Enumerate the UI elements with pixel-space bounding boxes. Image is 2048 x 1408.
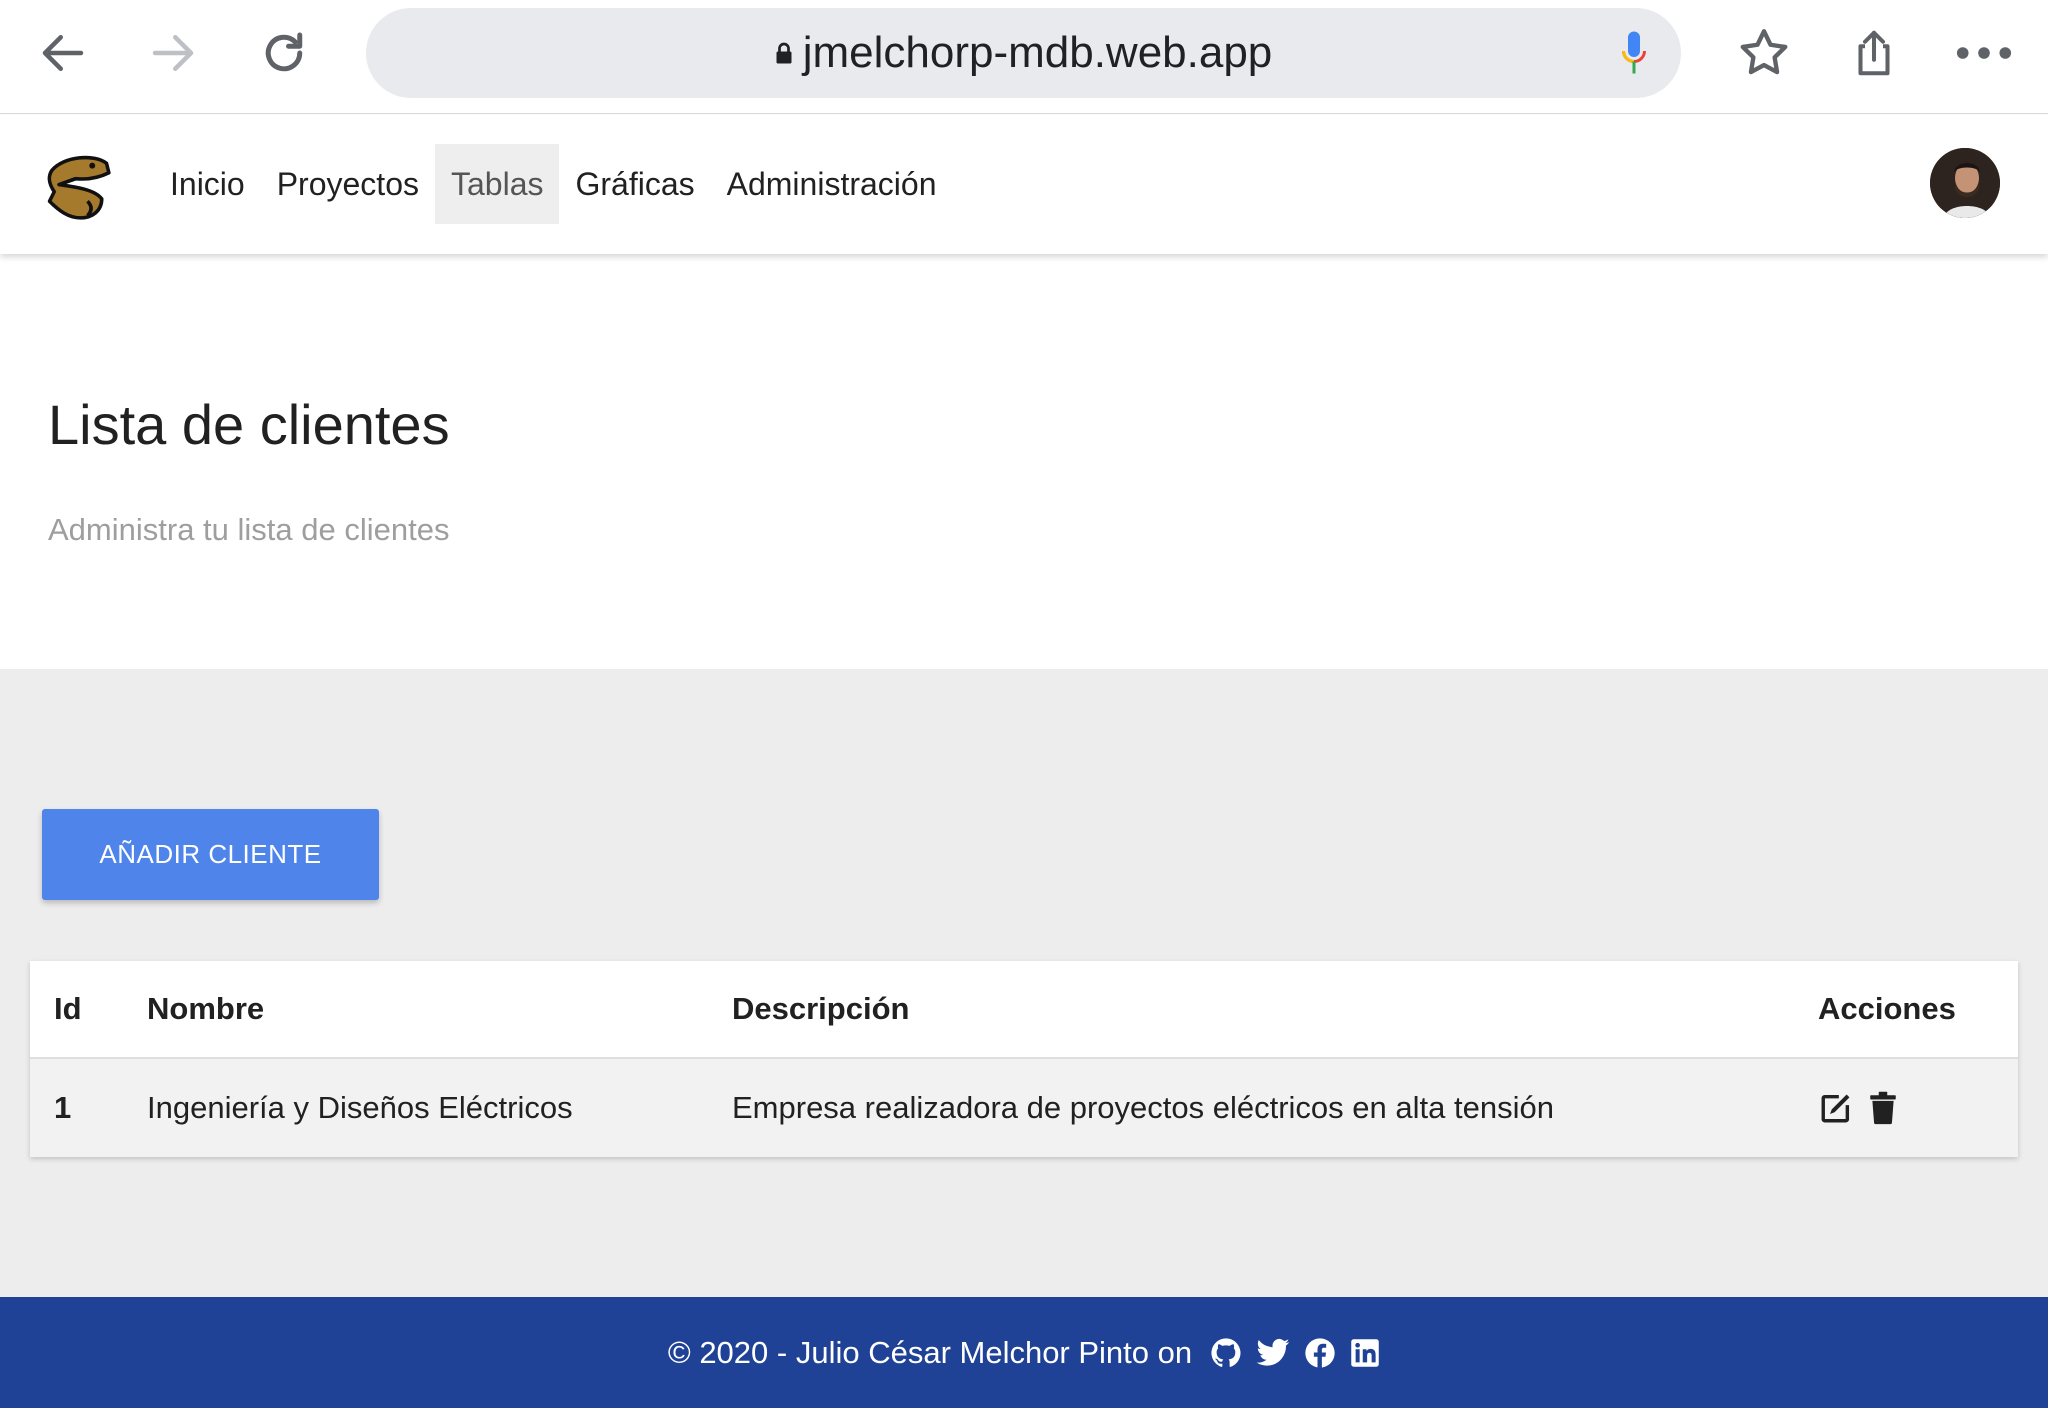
nav-item-proyectos[interactable]: Proyectos bbox=[261, 144, 435, 224]
beaver-logo[interactable] bbox=[40, 149, 116, 225]
twitter-icon[interactable] bbox=[1256, 1338, 1290, 1368]
reload-icon bbox=[265, 32, 303, 72]
app-navbar: Inicio Proyectos Tablas Gráficas Adminis… bbox=[0, 115, 2048, 254]
facebook-icon[interactable] bbox=[1304, 1337, 1336, 1369]
back-arrow-icon bbox=[42, 35, 84, 71]
footer-copyright: © 2020 - Julio César Melchor Pinto on bbox=[667, 1334, 1193, 1370]
reload-button[interactable] bbox=[249, 18, 319, 88]
column-header-nombre: Nombre bbox=[147, 991, 265, 1026]
forward-button[interactable] bbox=[138, 18, 208, 88]
table-row: 1 Ingeniería y Diseños Eléctricos Empres… bbox=[30, 1059, 2018, 1157]
cell-id: 1 bbox=[54, 1090, 72, 1125]
avatar-image bbox=[1930, 148, 2000, 218]
more-icon bbox=[1956, 47, 2012, 59]
more-button[interactable] bbox=[1949, 18, 2019, 88]
address-bar[interactable]: jmelchorp-mdb.web.app bbox=[366, 8, 1681, 98]
star-icon bbox=[1740, 29, 1788, 75]
nav-item-inicio[interactable]: Inicio bbox=[154, 144, 261, 224]
url-text: jmelchorp-mdb.web.app bbox=[802, 28, 1273, 77]
page-title: Lista de clientes bbox=[48, 393, 450, 456]
browser-toolbar: jmelchorp-mdb.web.app bbox=[0, 0, 2048, 114]
table-header: Id Nombre Descripción Acciones bbox=[30, 961, 2018, 1059]
edit-icon[interactable] bbox=[1818, 1091, 1854, 1125]
nav-item-graficas[interactable]: Gráficas bbox=[559, 144, 710, 224]
add-client-button[interactable]: AÑADIR CLIENTE bbox=[42, 809, 379, 900]
cell-descripcion: Empresa realizadora de proyectos eléctri… bbox=[732, 1090, 1554, 1125]
page-subtitle: Administra tu lista de clientes bbox=[48, 512, 450, 547]
nav-item-tablas[interactable]: Tablas bbox=[434, 144, 560, 224]
linkedin-icon[interactable] bbox=[1350, 1338, 1380, 1368]
share-button[interactable] bbox=[1839, 18, 1909, 88]
microphone-icon[interactable] bbox=[1619, 30, 1649, 78]
back-button[interactable] bbox=[28, 18, 98, 88]
github-icon[interactable] bbox=[1210, 1337, 1242, 1369]
lock-icon bbox=[776, 42, 792, 64]
share-icon bbox=[1858, 30, 1890, 76]
column-header-acciones: Acciones bbox=[1818, 991, 1956, 1026]
cell-nombre: Ingeniería y Diseños Eléctricos bbox=[147, 1090, 573, 1125]
cell-acciones bbox=[1818, 1059, 1898, 1157]
user-avatar[interactable] bbox=[1930, 148, 2000, 218]
social-links bbox=[1210, 1337, 1380, 1369]
page-header: Lista de clientes Administra tu lista de… bbox=[0, 254, 2048, 669]
column-header-id: Id bbox=[54, 991, 82, 1026]
column-header-descripcion: Descripción bbox=[732, 991, 910, 1026]
bookmark-button[interactable] bbox=[1729, 18, 1799, 88]
nav-item-administracion[interactable]: Administración bbox=[711, 144, 953, 224]
nav-menu: Inicio Proyectos Tablas Gráficas Adminis… bbox=[154, 144, 952, 224]
main-content: AÑADIR CLIENTE Id Nombre Descripción Acc… bbox=[0, 669, 2048, 1297]
trash-icon[interactable] bbox=[1868, 1091, 1898, 1125]
forward-arrow-icon bbox=[152, 35, 194, 71]
page-footer: © 2020 - Julio César Melchor Pinto on bbox=[0, 1297, 2048, 1408]
clients-table: Id Nombre Descripción Acciones 1 Ingenie… bbox=[30, 961, 2018, 1157]
